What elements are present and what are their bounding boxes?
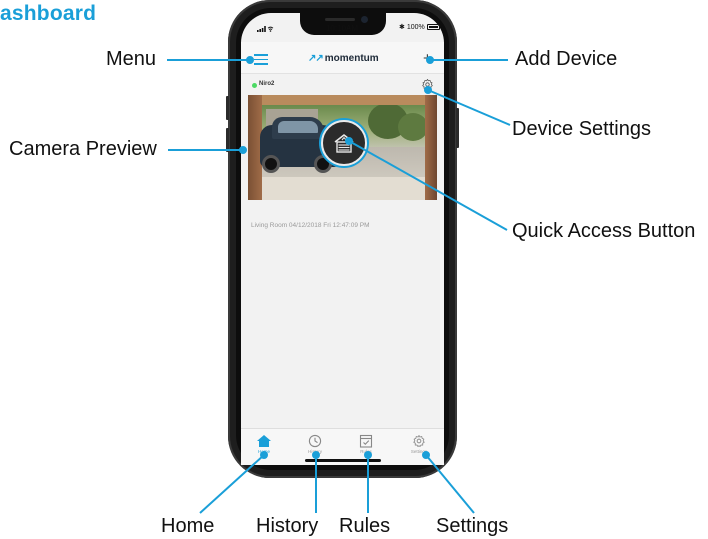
- callout-quick-access: Quick Access Button: [512, 220, 696, 242]
- tab-label: Home: [257, 449, 270, 454]
- settings-icon: [413, 435, 425, 448]
- garage-door-edge: [248, 95, 437, 105]
- menu-icon[interactable]: [254, 54, 268, 65]
- device-name: Niro2: [259, 81, 275, 87]
- home-indicator: [305, 459, 381, 462]
- volume-button: [226, 96, 229, 120]
- camera-caption: Living Room 04/12/2018 Fri 12:47:09 PM: [251, 222, 370, 229]
- callout-home: Home: [161, 515, 215, 537]
- battery-status: ✱ 100%: [399, 23, 440, 31]
- callout-settings: Settings: [436, 515, 509, 537]
- signal-icon: [257, 26, 274, 32]
- home-icon: [257, 435, 271, 447]
- callout-menu: Menu: [106, 48, 157, 70]
- speaker: [325, 18, 355, 21]
- tab-home[interactable]: Home: [247, 434, 281, 454]
- page-title: ashboard: [0, 2, 97, 25]
- tab-label: History: [307, 449, 322, 454]
- garage-wall-right: [425, 95, 437, 200]
- car-wheel: [262, 155, 280, 173]
- status-time: 10:10AM: [325, 24, 359, 33]
- car-window: [278, 121, 318, 133]
- tab-label: Rules: [360, 449, 372, 454]
- logo-text: momentum: [324, 53, 379, 64]
- online-status-dot: [252, 83, 257, 88]
- battery-icon: [426, 24, 440, 30]
- tab-settings[interactable]: Settings: [402, 434, 436, 454]
- camera-tree: [398, 113, 428, 141]
- callout-rules: Rules: [339, 515, 391, 537]
- history-icon: [308, 434, 322, 448]
- battery-percent: 100%: [406, 23, 425, 31]
- tab-label: Settings: [410, 449, 428, 454]
- power-button: [456, 108, 459, 148]
- callout-camera-preview: Camera Preview: [9, 138, 157, 160]
- tab-history[interactable]: History: [298, 434, 332, 454]
- bluetooth-icon: ✱: [399, 24, 405, 31]
- device-settings-icon[interactable]: [421, 78, 434, 91]
- add-device-icon[interactable]: +: [423, 51, 432, 66]
- callout-history: History: [256, 515, 319, 537]
- callout-device-settings: Device Settings: [512, 118, 651, 140]
- rules-icon: [359, 434, 373, 448]
- quick-access-button[interactable]: [321, 120, 367, 166]
- volume-button: [226, 128, 229, 152]
- logo-mark: ↗↗: [308, 53, 324, 64]
- garage-floor: [262, 177, 425, 200]
- tab-rules[interactable]: Rules: [349, 434, 383, 454]
- garage-door-icon: [334, 134, 354, 153]
- callout-add-device: Add Device: [515, 48, 618, 70]
- momentum-logo: ↗↗ momentum: [308, 53, 379, 64]
- front-camera: [361, 16, 368, 23]
